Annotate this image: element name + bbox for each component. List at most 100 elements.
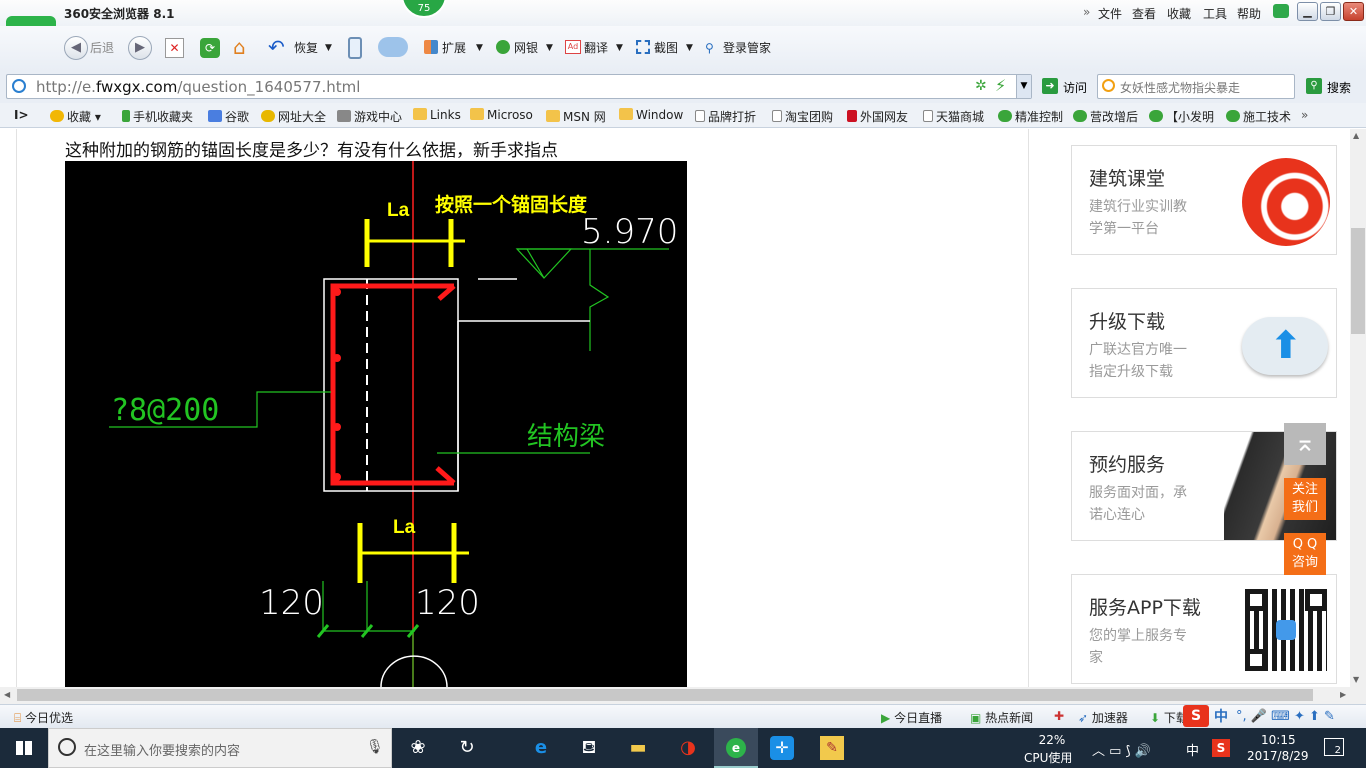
login-manager-button[interactable]: 登录管家 [723,36,771,60]
app-swirl-icon[interactable]: ↻ [451,733,483,763]
menu-favorites[interactable]: 收藏 [1167,5,1191,22]
speed-mode-icon[interactable]: ⚡ [995,76,1006,95]
back-to-top-icon[interactable]: ⌅ [1284,423,1326,465]
ime-mode[interactable]: 中 [1214,706,1228,726]
scroll-left-icon[interactable]: ◀ [4,690,10,699]
taskbar-search-input[interactable]: 在这里输入你要搜索的内容 [84,740,240,759]
screenshot-dropdown-icon[interactable]: ▼ [686,36,693,60]
fav-label-construction: 施工技术 [1243,110,1292,124]
fav-precise[interactable]: 精准控制 [998,108,1063,125]
notes-app-icon[interactable]: ✎ [820,736,844,760]
refresh-icon[interactable]: ⟳ [200,38,220,58]
fav-brand[interactable]: 品牌打折 [695,108,756,125]
card-app-download[interactable]: 服务APP下载 您的掌上服务专 家 [1071,574,1337,684]
cloud-icon[interactable] [378,37,408,57]
search-engine-icon[interactable] [1102,79,1115,92]
fav-games[interactable]: 游戏中心 [337,108,402,125]
fav-star[interactable]: 收藏 ▾ [50,108,101,125]
maximize-button[interactable]: ❐ [1320,2,1341,21]
search-input[interactable]: 女妖性感尤物指尖暴走 [1120,79,1240,96]
task-view-icon[interactable]: ❀ [402,733,434,763]
file-explorer-icon[interactable]: ▬ [622,733,654,763]
visit-button[interactable]: 访问 [1063,79,1087,96]
glodon-app-icon[interactable]: ◑ [672,733,704,763]
accelerator-button[interactable]: ➶ 加速器 [1078,709,1128,726]
fav-tmall[interactable]: 天猫商城 [923,108,984,125]
forward-arrow-icon[interactable]: ▶ [128,36,152,60]
skin-shirt-icon[interactable] [1273,4,1289,18]
clock-date[interactable]: 2017/8/29 [1247,749,1309,763]
notification-center-icon[interactable]: 2 [1324,738,1344,756]
restore-dropdown-icon[interactable]: ▼ [325,36,332,60]
sogou-tray-icon[interactable]: S [1212,739,1230,757]
menu-view[interactable]: 查看 [1132,5,1156,22]
active-task-360-browser[interactable]: e [714,728,758,768]
stop-icon[interactable]: ✕ [165,38,184,58]
url-text[interactable]: http://e.fwxgx.com/question_1640577.html [36,78,360,96]
tray-icons[interactable]: ︿ ▭ ⟆ 🔊 [1092,740,1151,759]
elevation-label: 5.970 [581,212,678,252]
fav-links[interactable]: Links [413,108,461,122]
input-language[interactable]: 中 [1186,740,1199,759]
fav-mobile[interactable]: 手机收藏夹 [122,108,193,125]
fav-invention[interactable]: 【小发明 [1149,108,1214,125]
gamepad-icon [337,110,351,122]
fav-foreign[interactable]: 外国网友 [847,108,908,125]
edge-browser-icon[interactable]: e [525,733,557,763]
fav-vat[interactable]: 营改增后 [1073,108,1138,125]
translate-button[interactable]: 翻译 [584,36,608,60]
menu-tools[interactable]: 工具 [1203,5,1227,22]
translate-dropdown-icon[interactable]: ▼ [616,36,623,60]
vertical-scrollbar[interactable] [1350,129,1366,687]
scroll-up-icon[interactable]: ▲ [1353,131,1359,140]
menu-file[interactable]: 文件 [1098,5,1122,22]
fav-google[interactable]: 谷歌 [208,108,249,125]
minimize-button[interactable]: ▁ [1297,2,1318,21]
fav-msn[interactable]: MSN 网 [546,108,606,125]
search-button[interactable]: 搜索 [1327,79,1351,96]
close-window-button[interactable]: ✕ [1343,2,1364,21]
url-dropdown-icon[interactable]: ▼ [1016,75,1031,98]
clock-time[interactable]: 10:15 [1261,733,1296,747]
card-building-class[interactable]: 建筑课堂 建筑行业实训教 学第一平台 [1071,145,1337,255]
health-icon[interactable]: ✚ [1054,709,1064,723]
scroll-down-icon[interactable]: ▼ [1353,675,1359,684]
more-favorites-icon[interactable]: » [1301,108,1308,122]
live-button[interactable]: ▶ 今日直播 [881,709,942,726]
chevron-double-right-icon[interactable]: » [1083,5,1090,19]
scroll-right-icon[interactable]: ▶ [1340,690,1346,699]
fav-microsoft[interactable]: Microso [470,108,533,122]
extensions-dropdown-icon[interactable]: ▼ [476,36,483,60]
netbank-dropdown-icon[interactable]: ▼ [546,36,553,60]
horizontal-scroll-thumb[interactable] [17,689,1313,701]
extensions-button[interactable]: 扩展 [442,36,466,60]
windows-start-button[interactable] [0,728,48,768]
back-button-label[interactable]: 后退 [90,36,114,60]
sidebar-toggle-icon[interactable]: I> [14,108,29,122]
restore-button[interactable]: 恢复 [294,36,318,60]
microphone-icon[interactable]: 🎙 [366,739,384,755]
screenshot-button[interactable]: 截图 [654,36,678,60]
vertical-scroll-thumb[interactable] [1351,228,1365,334]
store-bag-icon[interactable]: ⛾ [573,733,605,763]
mobile-phone-icon[interactable] [348,37,362,59]
ime-toolbar-icons[interactable]: °, 🎤 ⌨ ✦ ⬆ ✎ [1236,709,1335,724]
netbank-button[interactable]: 网银 [514,36,538,60]
sogou-ime-icon[interactable]: S [1183,705,1209,727]
menu-help[interactable]: 帮助 [1237,5,1261,22]
follow-us-button[interactable]: 关注 我们 [1284,478,1326,520]
fav-taobao[interactable]: 淘宝团购 [772,108,833,125]
hot-news-button[interactable]: ▣ 热点新闻 [970,709,1033,726]
go-arrow-icon[interactable]: ➜ [1042,78,1058,94]
teamviewer-icon[interactable]: ✛ [770,736,794,760]
fav-windows[interactable]: Window [619,108,683,122]
qq-consult-button[interactable]: Q Q 咨询 [1284,533,1326,575]
back-arrow-icon[interactable]: ◀ [64,36,88,60]
home-icon[interactable]: ⌂ [233,36,257,58]
card-upgrade-download[interactable]: 升级下载 广联达官方唯一 指定升级下载 ⬆ [1071,288,1337,398]
fav-construction[interactable]: 施工技术 [1226,108,1291,125]
undo-icon[interactable]: ↶ [268,36,285,58]
today-pick-button[interactable]: ⌸ 今日优选 [14,709,73,726]
fav-label-collect: 收藏 [67,110,92,124]
fav-sites[interactable]: 网址大全 [261,108,326,125]
